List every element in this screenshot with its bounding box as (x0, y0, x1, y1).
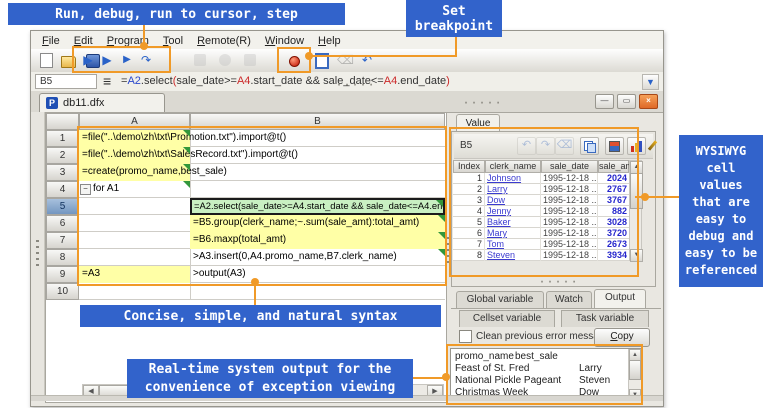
highlight-run-icons (72, 46, 171, 73)
row-header-10[interactable]: 10 (46, 283, 79, 300)
tab-cellset-variable[interactable]: Cellset variable (459, 310, 555, 327)
row-header-6[interactable]: 6 (46, 215, 79, 232)
formula-seg: .select (141, 75, 173, 87)
cell-ref-box[interactable]: B5 (35, 74, 97, 89)
annotation-set-breakpoint: Set breakpoint (406, 0, 502, 37)
document-tab-label: db11.dfx (63, 97, 104, 109)
formula-seg: A4 (237, 75, 250, 87)
tab-task-variable[interactable]: Task variable (561, 310, 649, 327)
minimize-icon[interactable]: — (595, 94, 614, 109)
connector-concise-dot (251, 278, 259, 286)
pencil-glyph (648, 140, 657, 150)
connector-breakpoint-dot (305, 52, 313, 60)
connector-wysiwyg-dot (641, 193, 649, 201)
row-header-2[interactable]: 2 (46, 147, 79, 164)
row-header-9[interactable]: 9 (46, 266, 79, 283)
splitter-handle[interactable]: ····· (336, 80, 376, 91)
edit-pencil-icon[interactable] (647, 137, 664, 153)
tab-divider (451, 308, 661, 309)
row-header-3[interactable]: 3 (46, 164, 79, 181)
row-header-7[interactable]: 7 (46, 232, 79, 249)
tab-global-variable[interactable]: Global variable (456, 291, 544, 308)
connector-breakpoint-hline (307, 55, 457, 57)
dfx-file-icon: P (46, 97, 58, 109)
formula-input[interactable]: =A2.select(sale_date>=A4.start_date && s… (121, 75, 450, 87)
formula-seg: sale_date>= (176, 75, 237, 87)
new-file-icon[interactable] (40, 53, 53, 68)
highlight-grid-cells (77, 126, 447, 286)
formula-seg: A4 (384, 75, 397, 87)
stop-icon-disabled (219, 54, 231, 66)
highlight-breakpoint-icon (277, 47, 311, 73)
annotation-realtime-output: Real-time system output for the convenie… (127, 359, 413, 398)
tab-output-active[interactable]: Output (594, 289, 646, 308)
formula-seg: A2 (127, 75, 140, 87)
formula-expand-icon[interactable]: ▼ (642, 74, 659, 90)
chart-bar (639, 141, 642, 152)
connector-breakpoint-vline (455, 37, 457, 57)
screenshot-root: Run, debug, run to cursor, step Set brea… (0, 0, 768, 408)
formula-bar: B5 ≡ =A2.select(sale_date>=A4.start_date… (31, 72, 663, 92)
highlight-output-area (446, 344, 643, 405)
row-header-5-selected[interactable]: 5 (46, 198, 79, 215)
row-header-1[interactable]: 1 (46, 130, 79, 147)
connector-run-dot (140, 42, 148, 50)
annotation-concise-syntax: Concise, simple, and natural syntax (80, 305, 441, 327)
splitter-handle[interactable]: ····· (539, 277, 579, 288)
window-controls: — ▭ × (595, 94, 658, 109)
connector-realtime-dot (442, 373, 450, 381)
row-header-4[interactable]: 4 (46, 181, 79, 198)
highlight-value-table (449, 127, 639, 277)
annotation-wysiwyg: WYSIWYG cell values that are easy to deb… (679, 135, 763, 287)
tab-watch[interactable]: Watch (546, 291, 592, 308)
menu-help[interactable]: Help (311, 33, 348, 48)
grid-corner-header[interactable] (46, 113, 79, 130)
formula-seg: ) (446, 75, 450, 87)
menu-file[interactable]: File (35, 33, 67, 48)
restore-icon[interactable]: ▭ (617, 94, 636, 109)
splitter-handle[interactable] (36, 240, 39, 268)
close-icon[interactable]: × (639, 94, 658, 109)
annotation-run-debug: Run, debug, run to cursor, step (8, 3, 345, 25)
restart-icon-disabled (244, 54, 256, 66)
formula-seg: .end_date (397, 75, 446, 87)
row-header-8[interactable]: 8 (46, 249, 79, 266)
tab-db11-dfx[interactable]: P db11.dfx (39, 93, 165, 112)
edit-formula-icon[interactable]: ≡ (103, 73, 111, 89)
clean-error-checkbox[interactable] (459, 330, 472, 343)
menu-window[interactable]: Window (258, 33, 311, 48)
pause-icon-disabled (194, 54, 206, 66)
splitter-handle[interactable]: ····· (463, 98, 503, 109)
document-tab-bar: P db11.dfx ····· — ▭ × (31, 91, 663, 113)
menu-remote[interactable]: Remote(R) (190, 33, 258, 48)
left-tool-strip (31, 112, 45, 401)
